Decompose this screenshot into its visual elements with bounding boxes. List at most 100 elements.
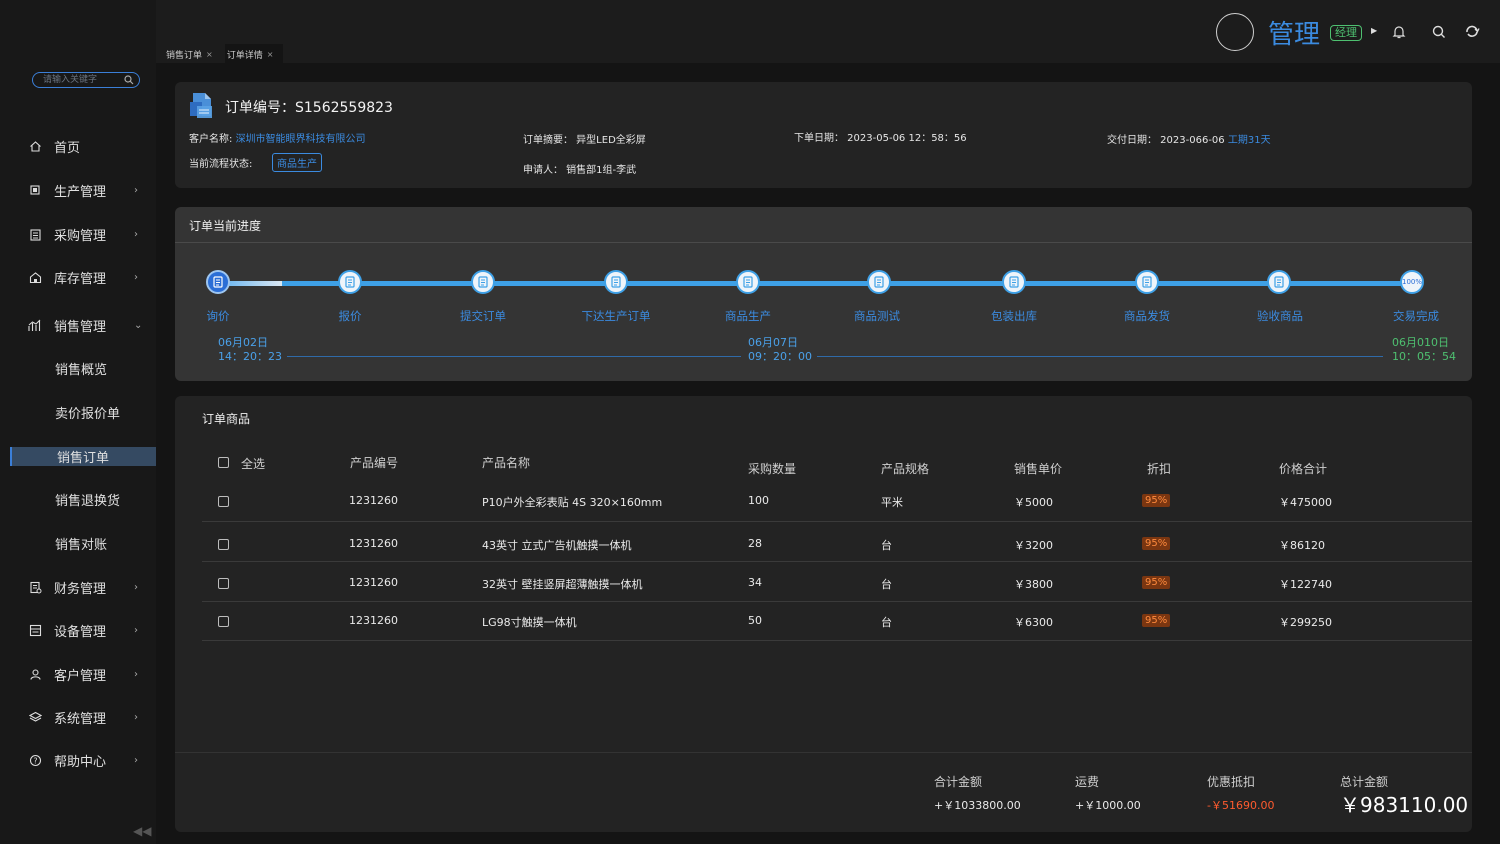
- flow-status-tag: 商品生产: [272, 153, 322, 172]
- sidebar-item-label: 帮助中心: [54, 754, 107, 770]
- sidebar-item-label: 客户管理: [54, 668, 107, 684]
- search-input[interactable]: 请输入关键字: [32, 72, 140, 88]
- cell-code: 1231260: [349, 576, 398, 589]
- row-checkbox[interactable]: [218, 616, 229, 627]
- cell-total: ￥475000: [1279, 496, 1332, 509]
- row-divider: [202, 521, 1472, 522]
- step-marker[interactable]: [604, 270, 628, 294]
- step-marker[interactable]: [206, 270, 230, 294]
- step-marker[interactable]: [471, 270, 495, 294]
- close-icon[interactable]: ×: [206, 50, 213, 59]
- step-label: 交易完成: [1393, 309, 1439, 323]
- sidebar-item-system[interactable]: 系统管理 ›: [0, 703, 156, 731]
- sidebar-item-production[interactable]: 生产管理 ›: [0, 176, 156, 204]
- progress-track: [218, 281, 1412, 286]
- timeline-line: [287, 356, 741, 357]
- sidebar-item-help[interactable]: ? 帮助中心 ›: [0, 746, 156, 774]
- row-checkbox[interactable]: [218, 496, 229, 507]
- divider: [175, 752, 1472, 753]
- progress-card: [175, 207, 1472, 381]
- sidebar-item-customers[interactable]: 客户管理 ›: [0, 660, 156, 688]
- delivery-date: 交付日期： 2023-066-06 工期31天: [1107, 131, 1271, 146]
- timestamp-2: 06月07日 09：20：00: [748, 336, 812, 364]
- step-icon: [1009, 276, 1019, 288]
- clipboard-icon: [28, 227, 42, 241]
- sidebar-item-label: 库存管理: [54, 271, 107, 287]
- discount-label: 优惠抵扣: [1207, 775, 1256, 789]
- collapse-sidebar-icon[interactable]: ◀◀: [133, 824, 151, 838]
- customer-icon: [28, 667, 42, 681]
- header-discount: 折扣: [1147, 462, 1172, 476]
- sidebar-item-sales[interactable]: 销售管理 ⌄: [0, 311, 156, 339]
- search-icon[interactable]: [123, 74, 135, 86]
- sidebar-item-finance[interactable]: 财务管理 ›: [0, 573, 156, 601]
- row-checkbox[interactable]: [218, 539, 229, 550]
- close-icon[interactable]: ×: [267, 50, 274, 59]
- step-marker[interactable]: 100%: [1400, 270, 1424, 294]
- sidebar-item-home[interactable]: 首页: [0, 132, 156, 160]
- cell-name: LG98寸触摸一体机: [482, 616, 577, 629]
- header-select-all: 全选: [241, 457, 266, 471]
- shipping-label: 运费: [1075, 775, 1100, 789]
- cell-price: ￥3800: [1014, 578, 1053, 591]
- role-badge[interactable]: 经理: [1330, 25, 1362, 41]
- total-label: 总计金额: [1340, 775, 1389, 789]
- timestamp-3: 06月010日 10：05：54: [1392, 336, 1456, 364]
- chart-icon: [28, 318, 42, 332]
- order-date: 下单日期： 2023-05-06 12：58：56: [794, 133, 967, 144]
- cell-price: ￥3200: [1014, 539, 1053, 552]
- factory-icon: [28, 183, 42, 197]
- step-icon: [743, 276, 753, 288]
- cell-price: ￥6300: [1014, 616, 1053, 629]
- step-label: 商品测试: [854, 309, 900, 323]
- avatar[interactable]: [1216, 13, 1254, 51]
- header-qty: 采购数量: [748, 462, 797, 476]
- sidebar-sub-returns[interactable]: 销售退换货: [0, 487, 156, 511]
- sidebar-item-inventory[interactable]: 库存管理 ›: [0, 263, 156, 291]
- step-marker[interactable]: [1267, 270, 1291, 294]
- brand-title: 管理: [1268, 20, 1321, 50]
- search-icon[interactable]: [1431, 24, 1447, 40]
- search-placeholder: 请输入关键字: [43, 75, 98, 85]
- discount-badge: 95%: [1142, 537, 1171, 550]
- device-icon: [28, 623, 42, 637]
- caret-right-icon[interactable]: ▶: [1371, 26, 1377, 35]
- delivery-period: 工期31天: [1227, 135, 1271, 146]
- sidebar-item-devices[interactable]: 设备管理 ›: [0, 616, 156, 644]
- sidebar-sub-sales-overview[interactable]: 销售概览: [0, 356, 156, 380]
- step-marker[interactable]: [1135, 270, 1159, 294]
- step-label: 询价: [206, 309, 230, 323]
- layers-icon: [28, 710, 42, 724]
- refresh-icon[interactable]: [1464, 24, 1480, 40]
- step-label: 包装出库: [991, 309, 1037, 323]
- sidebar-item-label: 采购管理: [54, 228, 107, 244]
- sidebar-item-label: 系统管理: [54, 711, 107, 727]
- step-marker[interactable]: [736, 270, 760, 294]
- header-total: 价格合计: [1279, 462, 1328, 476]
- step-icon: [1142, 276, 1152, 288]
- row-checkbox[interactable]: [218, 578, 229, 589]
- chevron-right-icon: ›: [134, 581, 138, 593]
- timestamp-time: 10：05：54: [1392, 350, 1456, 363]
- select-all-checkbox[interactable]: [218, 457, 229, 468]
- sidebar-item-label: 销售管理: [54, 319, 107, 335]
- tab-sales-order[interactable]: 销售订单 ×: [164, 44, 215, 64]
- customer-field: 客户名称: 深圳市智能眼界科技有限公司: [189, 130, 366, 145]
- step-marker[interactable]: [867, 270, 891, 294]
- sidebar-sub-sales-order[interactable]: 销售订单: [10, 447, 156, 466]
- sidebar-item-purchase[interactable]: 采购管理 ›: [0, 220, 156, 248]
- applicant: 申请人： 销售部1组-李武: [523, 165, 637, 176]
- finance-icon: [28, 580, 42, 594]
- step-marker[interactable]: [1002, 270, 1026, 294]
- tab-order-detail[interactable]: 订单详情 ×: [224, 44, 284, 64]
- sidebar-sub-reconcile[interactable]: 销售对账: [0, 531, 156, 555]
- customer-link[interactable]: 深圳市智能眼界科技有限公司: [236, 134, 366, 145]
- step-marker[interactable]: [338, 270, 362, 294]
- progress-title: 订单当前进度: [189, 219, 262, 233]
- cell-qty: 100: [748, 494, 769, 507]
- cell-spec: 平米: [881, 496, 903, 509]
- chevron-right-icon: ›: [134, 624, 138, 636]
- bell-icon[interactable]: [1391, 24, 1407, 40]
- step-icon: [1274, 276, 1284, 288]
- sidebar-sub-quote[interactable]: 卖价报价单: [0, 400, 156, 424]
